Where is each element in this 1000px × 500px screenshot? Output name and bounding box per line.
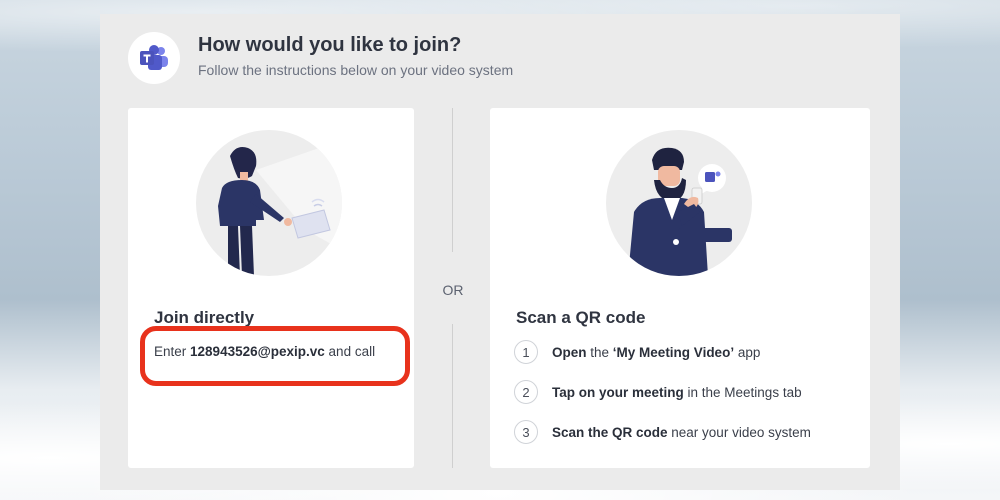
join-directly-card: Join directly Enter 128943526@pexip.vc a… bbox=[128, 108, 414, 468]
divider-line-top bbox=[452, 108, 453, 252]
step-text: Open the ‘My Meeting Video’ app bbox=[552, 344, 761, 360]
highlight-annotation bbox=[140, 326, 410, 386]
page-subtitle: Follow the instructions below on your vi… bbox=[198, 62, 514, 78]
page-title: How would you like to join? bbox=[198, 34, 462, 56]
or-divider-label: OR bbox=[442, 282, 464, 298]
qr-step: 3 Scan the QR code near your video syste… bbox=[514, 418, 811, 446]
join-directly-heading: Join directly bbox=[154, 308, 255, 327]
person-with-phone-illustration bbox=[606, 130, 752, 276]
join-dialog: How would you like to join? Follow the i… bbox=[100, 14, 900, 490]
qr-step: 1 Open the ‘My Meeting Video’ app bbox=[514, 338, 760, 366]
person-at-tablet-illustration bbox=[196, 130, 342, 276]
step-text: Scan the QR code near your video system bbox=[552, 424, 811, 440]
divider-line-bottom bbox=[452, 324, 453, 468]
step-number: 2 bbox=[514, 380, 538, 404]
step-number: 1 bbox=[514, 340, 538, 364]
scan-qr-heading: Scan a QR code bbox=[516, 308, 646, 327]
step-number: 3 bbox=[514, 420, 538, 444]
scan-qr-card: Scan a QR code 1 Open the ‘My Meeting Vi… bbox=[490, 108, 870, 468]
step-text: Tap on your meeting in the Meetings tab bbox=[552, 384, 802, 400]
microsoft-teams-icon bbox=[128, 32, 180, 84]
qr-step: 2 Tap on your meeting in the Meetings ta… bbox=[514, 378, 802, 406]
